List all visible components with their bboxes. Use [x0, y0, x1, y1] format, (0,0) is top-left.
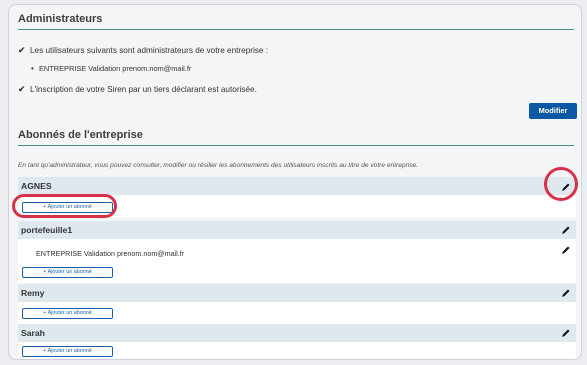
subscriber-group-header: Sarah — [18, 324, 576, 342]
pencil-icon[interactable] — [561, 328, 571, 338]
subscriber-group-name: Remy — [21, 288, 45, 298]
add-subscriber-button[interactable]: + Ajouter un abonné — [22, 267, 113, 278]
add-subscriber-button[interactable]: + Ajouter un abonné — [22, 346, 113, 357]
highlight-pill — [12, 194, 117, 218]
check-icon: ✔ — [18, 84, 26, 94]
check-icon: ✔ — [18, 45, 26, 55]
admin-entry-text: ENTREPRISE Validation prenom.nom@mail.fr — [39, 64, 192, 73]
highlight-circle — [544, 167, 578, 201]
admin-intro-text: Les utilisateurs suivants sont administr… — [30, 46, 269, 55]
subscriber-group-name: AGNES — [21, 181, 52, 191]
siren-notice-text: L'inscription de votre Siren par un tier… — [30, 85, 257, 94]
subscriber-group-header: Remy — [18, 284, 576, 302]
pencil-icon[interactable] — [561, 225, 571, 235]
subscriber-group-header: AGNES — [18, 177, 576, 195]
company-admin-panel: Administrateurs ✔ Les utilisateurs suivan… — [8, 4, 582, 360]
bullet-icon: • — [31, 64, 34, 73]
admin-section-title: Administrateurs — [18, 13, 103, 25]
subscriber-group-name: Sarah — [21, 328, 45, 338]
subscriber-member-email: ENTREPRISE Validation prenom.nom@mail.fr — [36, 249, 185, 258]
pencil-icon[interactable] — [561, 245, 571, 255]
pencil-icon[interactable] — [561, 288, 571, 298]
siren-notice-line: ✔ L'inscription de votre Siren par un tie… — [18, 84, 257, 95]
subscribers-info-text: En tant qu'administrateur, vous pouvez c… — [18, 162, 419, 169]
subscribers-section-title: Abonnés de l'entreprise — [18, 129, 143, 141]
subscriber-group-name: portefeuille1 — [21, 225, 73, 235]
admin-intro-line: ✔ Les utilisateurs suivants sont administ… — [18, 45, 268, 56]
admin-list-item: • ENTREPRISE Validation prenom.nom@mail.f… — [31, 64, 191, 73]
subscribers-title-rule — [18, 145, 574, 146]
admin-title-rule — [18, 29, 574, 30]
modify-admins-button[interactable]: Modifier — [529, 103, 577, 119]
subscriber-group-header: portefeuille1 — [18, 221, 576, 239]
add-subscriber-button[interactable]: + Ajouter un abonné — [22, 308, 113, 319]
